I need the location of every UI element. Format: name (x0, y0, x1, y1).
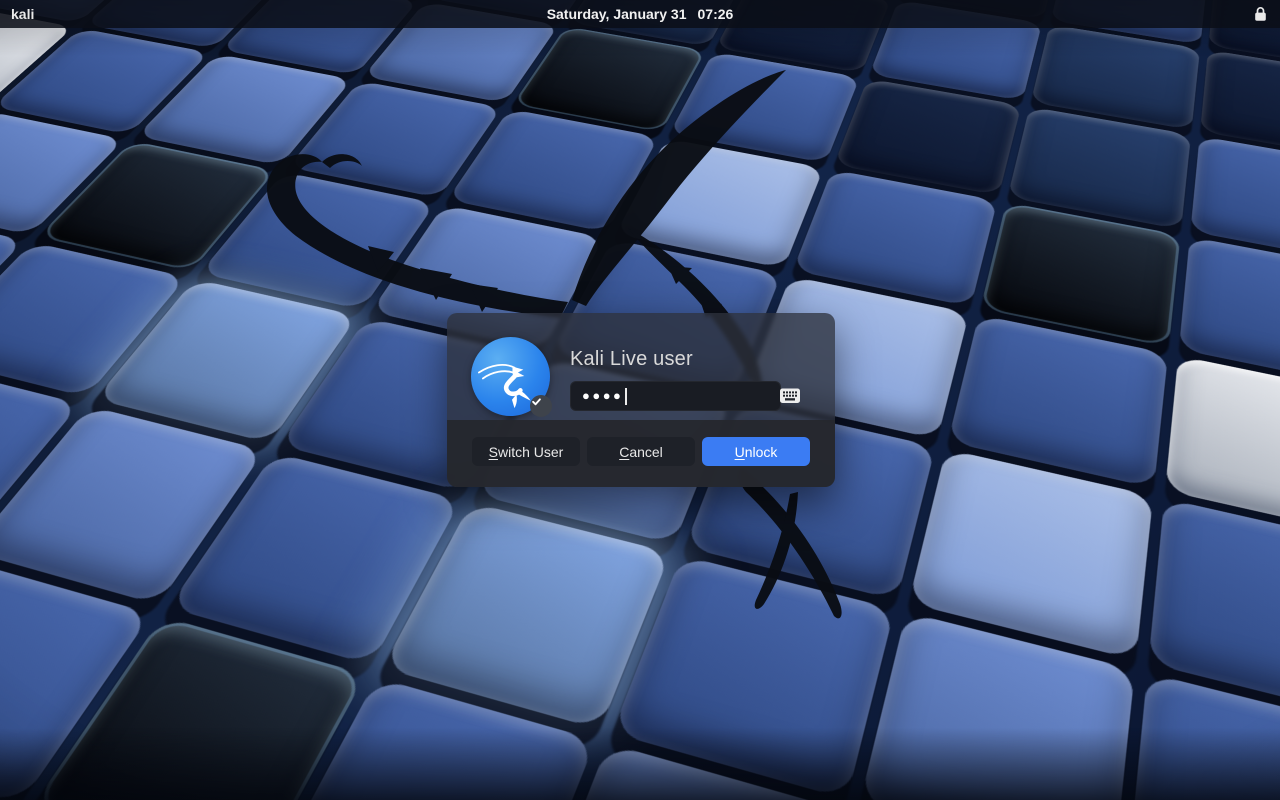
text-caret (625, 387, 628, 405)
lock-icon (1254, 0, 1267, 28)
user-display-name: Kali Live user (570, 348, 693, 370)
user-avatar (471, 337, 552, 417)
on-screen-keyboard-icon[interactable] (777, 384, 803, 408)
switch-user-button[interactable]: Switch User (472, 437, 580, 466)
clock-date: Saturday, January 31 (546, 6, 687, 22)
unlock-dialog: Kali Live user ●●●● Switch User C ancel … (447, 313, 835, 487)
cancel-button[interactable]: Cancel (587, 437, 695, 466)
top-bar: kali Saturday, January 31 07:26 (0, 0, 1280, 28)
checkmark-badge-icon (530, 395, 552, 417)
lock-screen: kali Saturday, January 31 07:26 Kali Liv… (0, 0, 1280, 800)
clock-time: 07:26 (697, 6, 734, 22)
clock: Saturday, January 31 07:26 (0, 0, 1280, 28)
password-input[interactable]: ●●●● (570, 381, 781, 411)
password-masked-value: ●●●● (582, 387, 624, 403)
dialog-footer: Switch User Cancel Unlock (447, 420, 835, 487)
unlock-button[interactable]: Unlock (702, 437, 810, 466)
